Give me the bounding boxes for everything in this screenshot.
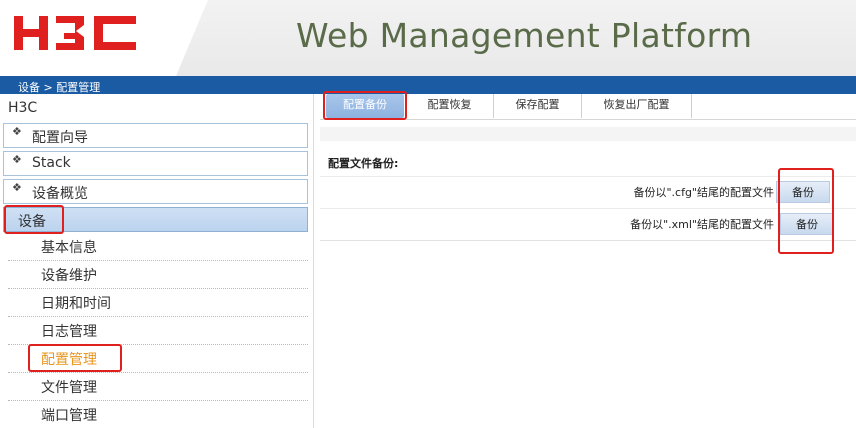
section-title: 配置文件备份:: [328, 157, 399, 170]
sidebar-item-label: 文件管理: [41, 380, 97, 396]
backup-xml-button[interactable]: 备份: [780, 213, 834, 235]
sidebar-group-label: 设备概览: [32, 186, 88, 202]
backup-xml-label: 备份以".xml"结尾的配置文件: [630, 218, 774, 231]
main-content: 配置备份 配置恢复 保存配置 恢复出厂配置 配置文件备份: 备份以".cfg"结…: [320, 94, 856, 428]
platform-title: Web Management Platform: [296, 16, 753, 55]
sidebar-group-device[interactable]: 设备: [3, 207, 308, 232]
h3c-logo: [14, 16, 136, 50]
tab-save-config[interactable]: 保存配置: [494, 94, 582, 118]
header: Web Management Platform: [0, 0, 856, 76]
section-strip: [320, 127, 856, 141]
tab-bar: 配置备份 配置恢复 保存配置 恢复出厂配置: [320, 94, 856, 120]
sidebar-item-log[interactable]: 日志管理: [8, 317, 308, 345]
content-divider: [320, 240, 856, 241]
backup-cfg-button[interactable]: 备份: [776, 181, 830, 203]
sidebar-item-label: 端口管理: [41, 408, 97, 424]
sidebar-item-files[interactable]: 文件管理: [8, 373, 308, 401]
sidebar-group-stack[interactable]: ❖ Stack: [3, 151, 308, 176]
sidebar-item-label: 基本信息: [41, 240, 97, 256]
sidebar-item-ports[interactable]: 端口管理: [8, 401, 308, 428]
sidebar-item-label: 配置管理: [41, 352, 97, 368]
sidebar: H3C ❖ 配置向导 ❖ Stack ❖ 设备概览 设备 基本信息 设备维护 日…: [0, 94, 314, 428]
sidebar-item-label: 日志管理: [41, 324, 97, 340]
breadcrumb-bar: 设备 > 配置管理: [0, 76, 856, 94]
diamond-icon: ❖: [12, 181, 22, 194]
sidebar-item-label: 日期和时间: [41, 296, 111, 312]
sidebar-root[interactable]: H3C: [8, 100, 37, 116]
diamond-icon: ❖: [12, 153, 22, 166]
sidebar-group-overview[interactable]: ❖ 设备概览: [3, 179, 308, 204]
tab-config-backup[interactable]: 配置备份: [326, 94, 404, 118]
sidebar-item-basic-info[interactable]: 基本信息: [8, 233, 308, 261]
sidebar-item-maintenance[interactable]: 设备维护: [8, 261, 308, 289]
tab-config-restore[interactable]: 配置恢复: [406, 94, 494, 118]
backup-cfg-label: 备份以".cfg"结尾的配置文件: [633, 186, 774, 199]
sidebar-group-label: 设备: [18, 214, 46, 230]
sidebar-item-datetime[interactable]: 日期和时间: [8, 289, 308, 317]
sidebar-group-label: Stack: [32, 155, 71, 171]
sidebar-item-label: 设备维护: [41, 268, 97, 284]
sidebar-group-label: 配置向导: [32, 130, 88, 146]
backup-row-xml: [320, 208, 856, 240]
diamond-icon: ❖: [12, 125, 22, 138]
tab-factory-reset[interactable]: 恢复出厂配置: [582, 94, 692, 118]
sidebar-item-config[interactable]: 配置管理: [8, 345, 308, 373]
breadcrumb: 设备 > 配置管理: [18, 81, 101, 94]
sidebar-group-wizard[interactable]: ❖ 配置向导: [3, 123, 308, 148]
